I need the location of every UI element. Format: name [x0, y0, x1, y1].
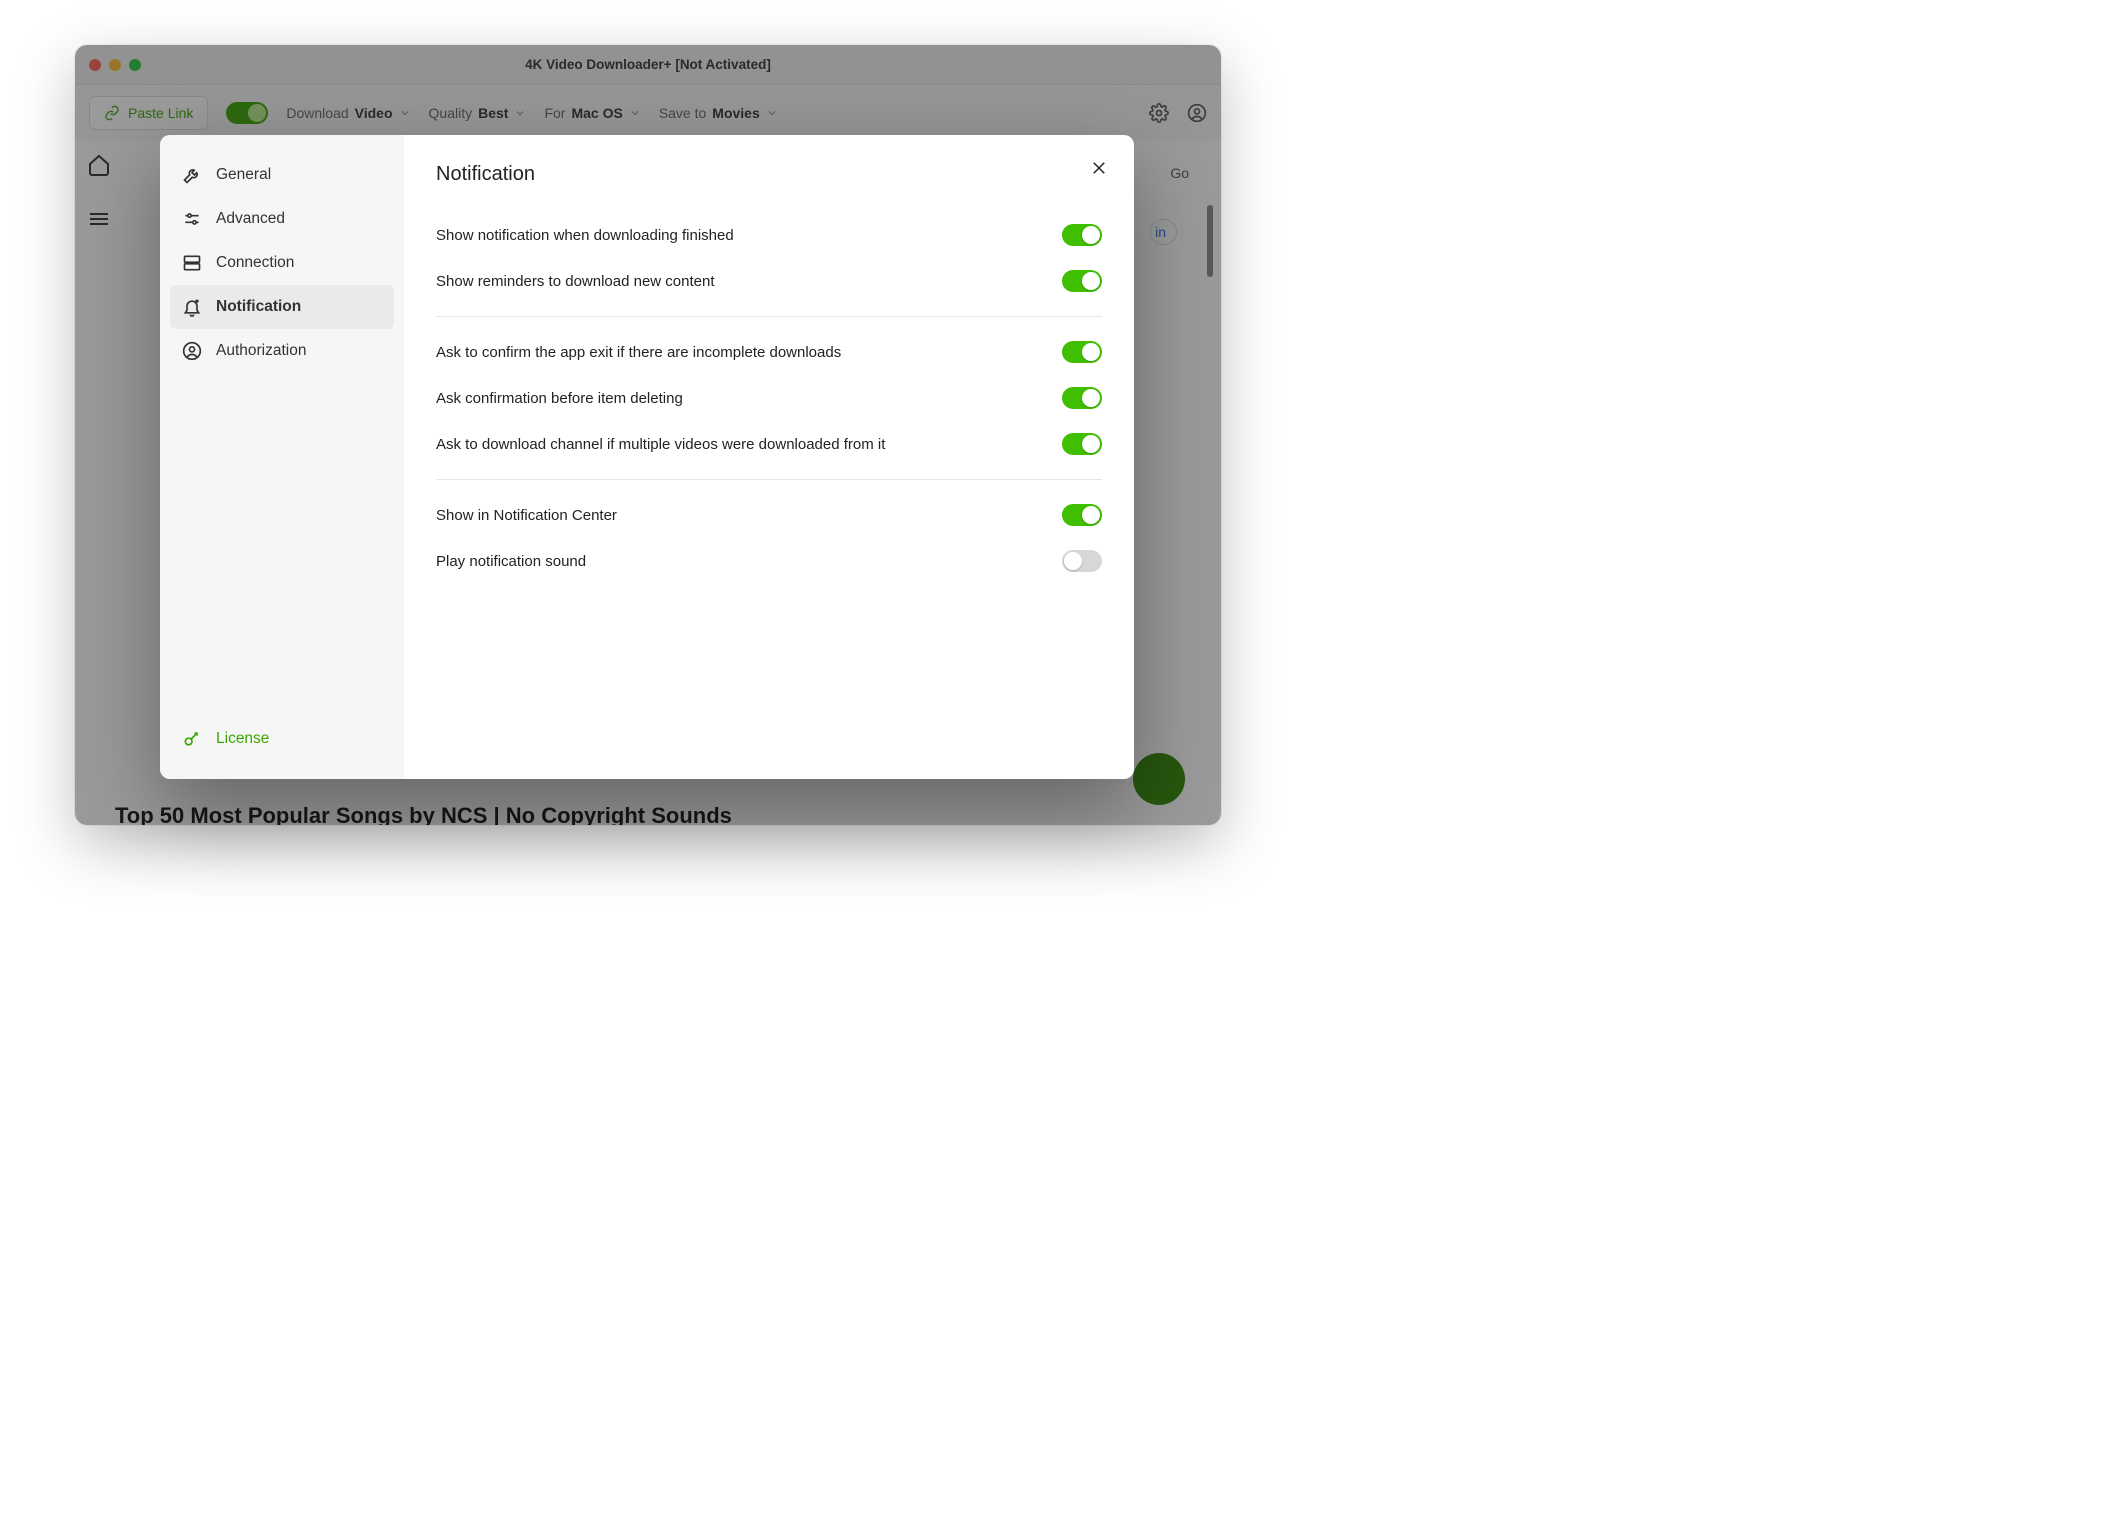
- setting-row: Show reminders to download new content: [436, 258, 1102, 304]
- key-icon: [182, 729, 202, 749]
- setting-row: Play notification sound: [436, 538, 1102, 584]
- divider: [436, 316, 1102, 317]
- setting-toggle[interactable]: [1062, 550, 1102, 572]
- divider: [436, 479, 1102, 480]
- setting-row: Ask to download channel if multiple vide…: [436, 421, 1102, 467]
- setting-row: Show notification when downloading finis…: [436, 212, 1102, 258]
- sidebar-item-authorization[interactable]: Authorization: [170, 329, 394, 373]
- close-modal-button[interactable]: [1090, 159, 1108, 177]
- bell-icon: [182, 297, 202, 317]
- sliders-icon: [182, 209, 202, 229]
- setting-toggle[interactable]: [1062, 224, 1102, 246]
- setting-toggle[interactable]: [1062, 341, 1102, 363]
- setting-label: Play notification sound: [436, 553, 586, 570]
- setting-toggle[interactable]: [1062, 270, 1102, 292]
- server-icon: [182, 253, 202, 273]
- setting-row: Ask to confirm the app exit if there are…: [436, 329, 1102, 375]
- sidebar-item-notification[interactable]: Notification: [170, 285, 394, 329]
- sidebar-item-connection[interactable]: Connection: [170, 241, 394, 285]
- settings-panel: Notification Show notification when down…: [404, 135, 1134, 779]
- setting-row: Ask confirmation before item deleting: [436, 375, 1102, 421]
- sidebar-item-advanced[interactable]: Advanced: [170, 197, 394, 241]
- settings-panel-title: Notification: [436, 163, 1102, 186]
- setting-label: Ask to confirm the app exit if there are…: [436, 344, 841, 361]
- setting-label: Ask to download channel if multiple vide…: [436, 436, 885, 453]
- setting-toggle[interactable]: [1062, 387, 1102, 409]
- settings-sidebar: General Advanced Connection Notification…: [160, 135, 404, 779]
- user-icon: [182, 341, 202, 361]
- setting-row: Show in Notification Center: [436, 492, 1102, 538]
- setting-label: Show in Notification Center: [436, 507, 617, 524]
- setting-toggle[interactable]: [1062, 504, 1102, 526]
- sidebar-item-general[interactable]: General: [170, 153, 394, 197]
- sidebar-item-license[interactable]: License: [170, 717, 394, 761]
- setting-label: Ask confirmation before item deleting: [436, 390, 683, 407]
- wrench-icon: [182, 165, 202, 185]
- setting-toggle[interactable]: [1062, 433, 1102, 455]
- settings-modal: General Advanced Connection Notification…: [160, 135, 1134, 779]
- setting-label: Show reminders to download new content: [436, 273, 715, 290]
- setting-label: Show notification when downloading finis…: [436, 227, 734, 244]
